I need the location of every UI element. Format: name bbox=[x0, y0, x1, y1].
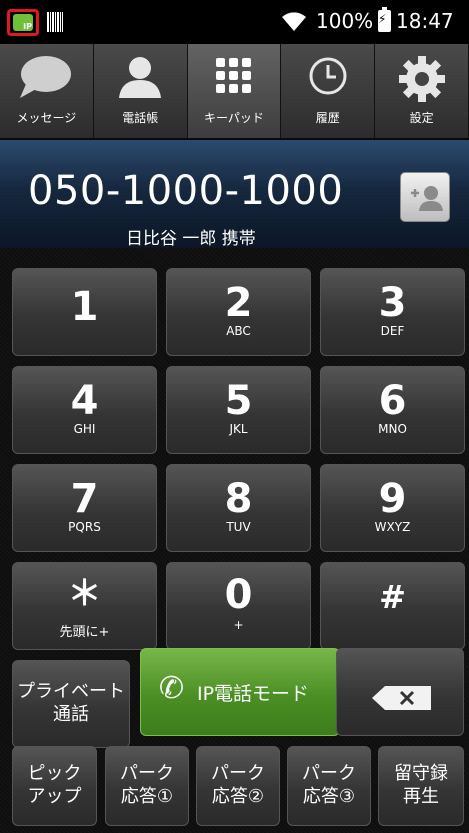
key-1[interactable]: 1 bbox=[12, 268, 157, 356]
keypad-icon bbox=[215, 58, 251, 93]
park-answer-1-button[interactable]: パーク 応答① bbox=[105, 746, 189, 826]
key-0[interactable]: 0 + bbox=[166, 562, 311, 650]
park-answer-2-label: パーク 応答② bbox=[211, 763, 265, 807]
ip-phone-status-icon: IP bbox=[7, 9, 39, 36]
park-answer-2-button[interactable]: パーク 応答② bbox=[196, 746, 280, 826]
key-letters: 先頭に+ bbox=[59, 625, 110, 640]
key-star[interactable]: ＊ 先頭に+ bbox=[12, 562, 157, 650]
key-8[interactable]: 8 TUV bbox=[166, 464, 311, 552]
battery-percentage: 100% bbox=[316, 9, 374, 33]
pickup-label: ピック アップ bbox=[27, 763, 82, 807]
key-letters: DEF bbox=[380, 324, 405, 338]
key-digit: 2 bbox=[224, 280, 253, 326]
dialed-number-display: 050-1000-1000 日比谷 一郎 携帯 bbox=[0, 138, 469, 249]
gear-icon bbox=[398, 56, 445, 102]
key-digit: 5 bbox=[224, 378, 253, 424]
key-digit: 4 bbox=[70, 378, 99, 424]
dialed-number: 050-1000-1000 bbox=[28, 168, 344, 214]
clock-icon bbox=[309, 57, 347, 95]
key-digit: 9 bbox=[378, 476, 407, 522]
key-6[interactable]: 6 MNO bbox=[320, 366, 465, 454]
speech-bubble-icon bbox=[20, 56, 72, 98]
key-letters: TUV bbox=[226, 520, 251, 534]
ip-call-mode-label: IP電話モード bbox=[197, 683, 310, 705]
park-answer-3-button[interactable]: パーク 応答③ bbox=[287, 746, 371, 826]
key-digit: 6 bbox=[378, 378, 407, 424]
tab-bar: メッセージ 電話帳 キーパッド 履歴 設定 bbox=[0, 44, 469, 138]
backspace-icon bbox=[372, 686, 431, 710]
key-letters: + bbox=[233, 618, 244, 632]
key-letters: WXYZ bbox=[374, 520, 411, 534]
key-3[interactable]: 3 DEF bbox=[320, 268, 465, 356]
key-5[interactable]: 5 JKL bbox=[166, 366, 311, 454]
key-2[interactable]: 2 ABC bbox=[166, 268, 311, 356]
add-contact-icon bbox=[411, 186, 443, 211]
private-call-label: プライベート 通話 bbox=[17, 681, 125, 725]
battery-icon bbox=[378, 7, 391, 32]
key-digit: 8 bbox=[224, 476, 253, 522]
park-answer-3-label: パーク 応答③ bbox=[302, 763, 356, 807]
key-digit: # bbox=[379, 578, 406, 616]
tab-history-label: 履歴 bbox=[315, 111, 340, 125]
phone-handset-icon: ✆ bbox=[159, 671, 185, 706]
key-hash[interactable]: # bbox=[320, 562, 465, 650]
key-digit: ＊ bbox=[67, 574, 102, 614]
key-letters: PQRS bbox=[68, 520, 101, 534]
key-7[interactable]: 7 PQRS bbox=[12, 464, 157, 552]
backspace-button[interactable] bbox=[336, 648, 464, 736]
voicemail-play-button[interactable]: 留守録 再生 bbox=[378, 746, 464, 826]
key-letters: MNO bbox=[378, 422, 407, 436]
tab-settings[interactable]: 設定 bbox=[375, 44, 469, 138]
barcode-icon bbox=[47, 12, 63, 32]
caller-name: 日比谷 一郎 携帯 bbox=[126, 229, 256, 249]
key-digit: 3 bbox=[378, 280, 407, 326]
voicemail-play-label: 留守録 再生 bbox=[394, 763, 448, 807]
tab-messages[interactable]: メッセージ bbox=[0, 44, 94, 138]
park-answer-1-label: パーク 応答① bbox=[120, 763, 174, 807]
tab-contacts[interactable]: 電話帳 bbox=[93, 44, 188, 138]
pickup-button[interactable]: ピック アップ bbox=[12, 746, 97, 826]
wifi-icon bbox=[282, 12, 306, 31]
tab-contacts-label: 電話帳 bbox=[122, 111, 159, 125]
tab-keypad[interactable]: キーパッド bbox=[187, 44, 282, 138]
key-digit: 7 bbox=[70, 476, 99, 522]
private-call-button[interactable]: プライベート 通話 bbox=[12, 660, 130, 748]
key-letters: GHI bbox=[73, 422, 96, 436]
key-letters: JKL bbox=[229, 422, 248, 436]
key-digit: 1 bbox=[70, 284, 99, 330]
person-icon bbox=[119, 57, 162, 98]
key-letters: ABC bbox=[226, 324, 251, 338]
ip-call-mode-button[interactable]: ✆ IP電話モード bbox=[140, 648, 340, 736]
tab-keypad-label: キーパッド bbox=[204, 111, 264, 125]
tab-messages-label: メッセージ bbox=[16, 111, 77, 125]
key-9[interactable]: 9 WXYZ bbox=[320, 464, 465, 552]
status-bar: IP 100% 18:47 bbox=[0, 0, 469, 44]
key-digit: 0 bbox=[224, 572, 253, 618]
keypad-area: 1 2 ABC 3 DEF 4 GHI 5 JKL 6 MNO 7 PQRS 8… bbox=[0, 248, 469, 833]
clock: 18:47 bbox=[396, 9, 454, 33]
key-4[interactable]: 4 GHI bbox=[12, 366, 157, 454]
tab-history[interactable]: 履歴 bbox=[281, 44, 376, 138]
tab-settings-label: 設定 bbox=[409, 111, 434, 125]
add-contact-button[interactable] bbox=[400, 172, 450, 222]
